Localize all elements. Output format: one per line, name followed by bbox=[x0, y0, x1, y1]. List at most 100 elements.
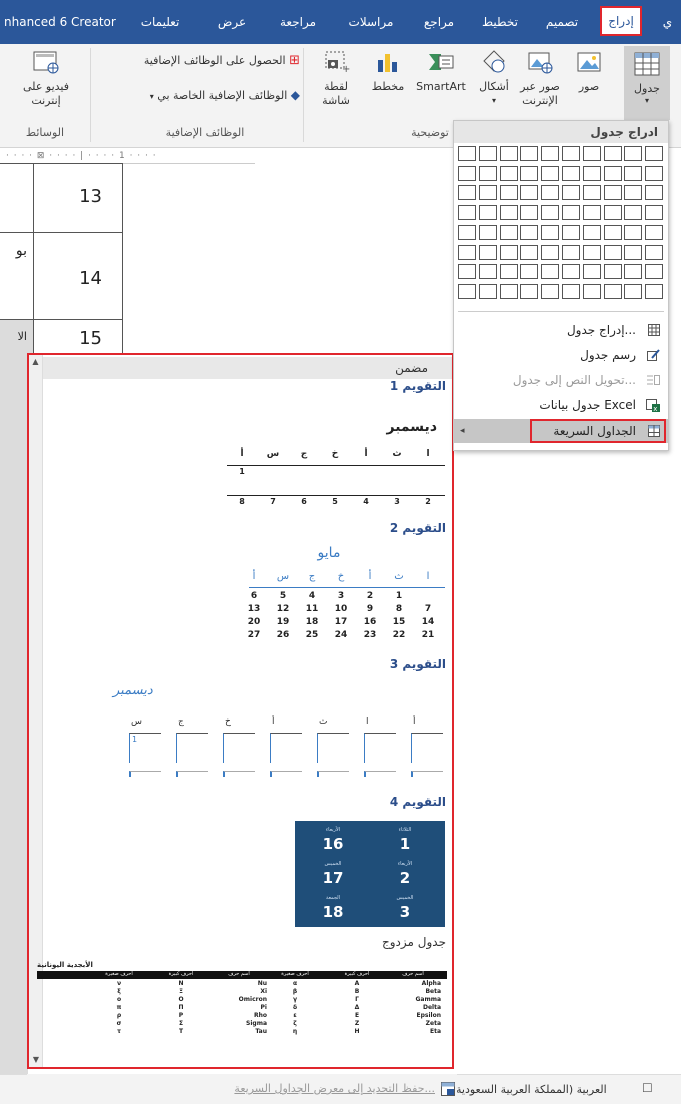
table-grid-cell[interactable] bbox=[478, 185, 497, 201]
table-grid-cell[interactable] bbox=[478, 146, 497, 161]
insert-table-item[interactable]: إدراج جدول... bbox=[454, 318, 668, 342]
table-grid-cell[interactable] bbox=[541, 205, 560, 221]
table-button[interactable]: جدول ▾ bbox=[624, 46, 670, 120]
my-addins-button[interactable]: ◆ الوظائف الإضافية الخاصة بي ▾ bbox=[98, 88, 300, 108]
table-grid-cell[interactable] bbox=[458, 283, 476, 299]
table-grid-cell[interactable] bbox=[541, 244, 560, 260]
table-grid-cell[interactable] bbox=[645, 264, 664, 280]
table-grid-cell[interactable] bbox=[582, 264, 601, 280]
table-grid-cell[interactable] bbox=[541, 224, 560, 240]
table-grid-cell[interactable] bbox=[499, 224, 518, 240]
table-grid-cell[interactable] bbox=[645, 185, 664, 201]
table-grid-cell[interactable] bbox=[520, 205, 539, 221]
table-grid-cell[interactable] bbox=[541, 264, 560, 280]
table-grid-cell[interactable] bbox=[624, 283, 643, 299]
tab-help[interactable]: تعليمات bbox=[132, 10, 188, 34]
proofing-icon[interactable]: ☐ bbox=[642, 1081, 653, 1095]
scroll-up-icon[interactable]: ▲ bbox=[29, 355, 42, 369]
table-grid-cell[interactable] bbox=[582, 244, 601, 260]
table-grid-cell[interactable] bbox=[499, 244, 518, 260]
table-grid-cell[interactable] bbox=[582, 283, 601, 299]
table-grid-cell[interactable] bbox=[645, 165, 664, 181]
table-grid-cell[interactable] bbox=[562, 283, 580, 299]
table-grid-cell[interactable] bbox=[520, 264, 539, 280]
table-grid-cell[interactable] bbox=[645, 224, 664, 240]
table-grid-cell[interactable] bbox=[624, 146, 643, 161]
table-grid-cell[interactable] bbox=[520, 165, 539, 181]
tab-mailings[interactable]: مراسلات bbox=[340, 10, 402, 34]
table-grid-cell[interactable] bbox=[645, 283, 664, 299]
tab-view[interactable]: عرض bbox=[212, 10, 252, 34]
online-pictures-button[interactable]: صور عبر الإنترنت bbox=[514, 48, 566, 120]
chart-button[interactable]: مخطط bbox=[368, 48, 408, 118]
tab-design[interactable]: تصميم bbox=[534, 10, 590, 34]
quick-tables-gallery[interactable]: ▲ ▼ مضمن التقويم 1 ديسمبر اثأخجسأ1 23456… bbox=[27, 353, 454, 1069]
table-grid-cell[interactable] bbox=[624, 224, 643, 240]
table-grid-cell[interactable] bbox=[520, 283, 539, 299]
table-grid-cell[interactable] bbox=[541, 165, 560, 181]
table-grid-cell[interactable] bbox=[624, 244, 643, 260]
table-grid-cell[interactable] bbox=[562, 165, 580, 181]
table-grid-cell[interactable] bbox=[458, 185, 476, 201]
table-grid-cell[interactable] bbox=[645, 146, 664, 161]
horizontal-ruler[interactable]: · · · · ⊠ · · · · | · · · · 1 · · · · bbox=[0, 148, 255, 164]
table-grid-cell[interactable] bbox=[603, 165, 622, 181]
table-grid-cell[interactable] bbox=[603, 283, 622, 299]
table-grid-cell[interactable] bbox=[499, 185, 518, 201]
table-grid-cell[interactable] bbox=[603, 264, 622, 280]
table-grid-cell[interactable] bbox=[520, 146, 539, 161]
calendar4-item[interactable]: الثلاثاء 1 الأربعاء 16 الأربعاء 2 الخميس 17 الخم… bbox=[295, 821, 445, 927]
language-status[interactable]: العربية (المملكة العربية السعودية bbox=[456, 1083, 607, 1096]
table-grid-cell[interactable] bbox=[603, 185, 622, 201]
table-grid-cell[interactable] bbox=[624, 165, 643, 181]
table-grid-cell[interactable] bbox=[478, 224, 497, 240]
table-grid-cell[interactable] bbox=[645, 244, 664, 260]
table-cell[interactable]: 14 bbox=[33, 232, 123, 320]
table-grid-cell[interactable] bbox=[458, 205, 476, 221]
get-addins-button[interactable]: ⊞ الحصول على الوظائف الإضافية bbox=[112, 54, 300, 74]
table-size-grid[interactable] bbox=[458, 146, 666, 324]
pictures-button[interactable]: صور bbox=[566, 48, 612, 118]
save-selection-bar[interactable]: حفظ التحديد إلى معرض الجداول السريعة... bbox=[27, 1074, 457, 1104]
table-grid-cell[interactable] bbox=[582, 146, 601, 161]
table-grid-cell[interactable] bbox=[603, 224, 622, 240]
table-grid-cell[interactable] bbox=[582, 165, 601, 181]
table-grid-cell[interactable] bbox=[520, 244, 539, 260]
tab-insert[interactable]: إدراج bbox=[600, 6, 642, 36]
table-grid-cell[interactable] bbox=[603, 205, 622, 221]
table-grid-cell[interactable] bbox=[458, 224, 476, 240]
screenshot-button[interactable]: + لقطة شاشة bbox=[310, 48, 362, 120]
smartart-button[interactable]: SmartArt bbox=[412, 48, 470, 118]
draw-table-item[interactable]: رسم جدول bbox=[454, 343, 668, 367]
table-grid-cell[interactable] bbox=[541, 283, 560, 299]
table-grid-cell[interactable] bbox=[624, 185, 643, 201]
table-grid-cell[interactable] bbox=[499, 146, 518, 161]
table-grid-cell[interactable] bbox=[458, 146, 476, 161]
table-grid-cell[interactable] bbox=[458, 244, 476, 260]
table-grid-cell[interactable] bbox=[562, 264, 580, 280]
shapes-button[interactable]: أشكال ▾ bbox=[472, 48, 516, 120]
table-grid-cell[interactable] bbox=[458, 264, 476, 280]
table-grid-cell[interactable] bbox=[458, 165, 476, 181]
table-grid-cell[interactable] bbox=[562, 185, 580, 201]
table-grid-cell[interactable] bbox=[562, 146, 580, 161]
table-grid-cell[interactable] bbox=[478, 165, 497, 181]
table-grid-cell[interactable] bbox=[520, 185, 539, 201]
table-grid-cell[interactable] bbox=[645, 205, 664, 221]
table-grid-cell[interactable] bbox=[499, 165, 518, 181]
table-grid-cell[interactable] bbox=[582, 205, 601, 221]
table-grid-cell[interactable] bbox=[478, 264, 497, 280]
quick-tables-item[interactable]: ◂ الجداول السريعة bbox=[454, 419, 668, 443]
calendar1-item[interactable]: ديسمبر ا ث أ خ ج س أ 1 2 3 4 5 6 7 8 bbox=[219, 411, 445, 515]
table-grid-cell[interactable] bbox=[478, 283, 497, 299]
double-table-item[interactable]: الأبجدية اليونانية اسم حرف احرف كبيرة احرف… bbox=[37, 959, 447, 1067]
table-grid-cell[interactable] bbox=[562, 205, 580, 221]
table-grid-cell[interactable] bbox=[562, 224, 580, 240]
table-grid-cell[interactable] bbox=[499, 264, 518, 280]
table-grid-cell[interactable] bbox=[499, 283, 518, 299]
table-grid-cell[interactable] bbox=[478, 244, 497, 260]
table-cell[interactable]: 13 bbox=[33, 163, 123, 233]
table-grid-cell[interactable] bbox=[541, 185, 560, 201]
tab-layout[interactable]: تخطيط bbox=[477, 10, 523, 34]
calendar2-item[interactable]: مايو ا ث أ خ ج س أ 1 2 3 4 5 6 7 8 9 10 11 12 13 14 15 16 17 18 1… bbox=[219, 541, 445, 653]
